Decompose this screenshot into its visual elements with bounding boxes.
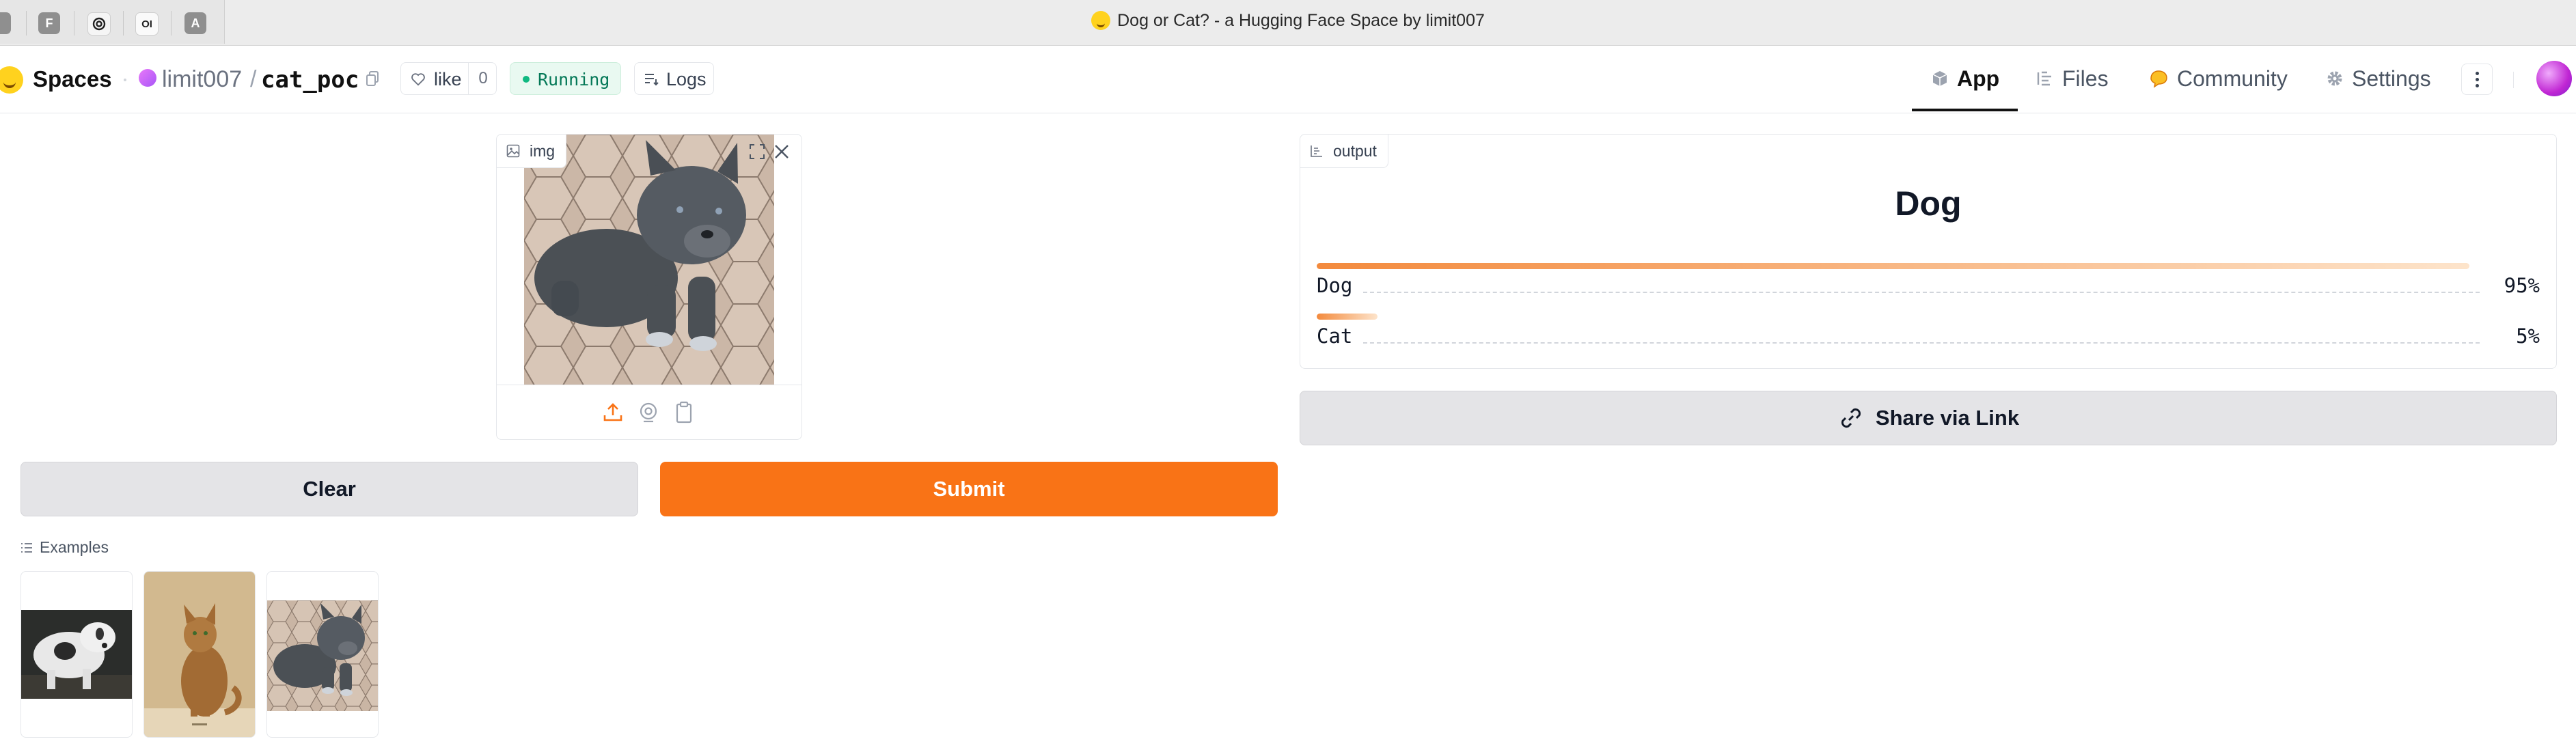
- heart-icon: [411, 73, 425, 86]
- path-separator: /: [250, 66, 257, 92]
- chart-icon: [1311, 145, 1322, 157]
- leader-line: [1363, 292, 2480, 293]
- spaces-link[interactable]: Spaces: [33, 66, 112, 92]
- clear-button[interactable]: Clear: [20, 462, 638, 516]
- input-label: img: [497, 135, 567, 168]
- tab-community[interactable]: Community: [2148, 46, 2288, 111]
- repo-name[interactable]: cat_poc: [261, 66, 359, 94]
- files-icon: [2037, 71, 2051, 86]
- example-image: [144, 572, 255, 737]
- webcam-icon[interactable]: [636, 400, 661, 425]
- clipboard-icon[interactable]: [672, 400, 696, 425]
- tab-settings-label: Settings: [2352, 66, 2431, 91]
- header-divider: [2513, 72, 2514, 88]
- space-header: Spaces limit007 / cat_poc like 0 Running…: [0, 46, 2576, 113]
- leader-line: [1363, 342, 2480, 344]
- submit-button[interactable]: Submit: [660, 462, 1278, 516]
- user-avatar[interactable]: [2536, 61, 2572, 96]
- predicted-label: Dog: [1895, 184, 1962, 223]
- owner-link[interactable]: limit007: [162, 66, 242, 93]
- list-icon: [21, 542, 32, 553]
- example-item-dog[interactable]: [20, 571, 133, 738]
- like-label: like: [434, 69, 462, 89]
- logs-icon: [645, 74, 659, 86]
- dot: [2476, 84, 2479, 87]
- confidence-label-dog: Dog: [1317, 274, 1353, 297]
- dot: [2476, 78, 2479, 81]
- link-icon: [1841, 408, 1861, 428]
- logs-label: Logs: [666, 69, 707, 89]
- image-icon: [506, 144, 520, 158]
- share-button-label: Share via Link: [1875, 406, 2020, 430]
- confidence-percent-cat: 5%: [2516, 324, 2540, 348]
- upload-icon[interactable]: [601, 400, 625, 425]
- header-separator: [124, 79, 126, 81]
- tab-files[interactable]: Files: [2036, 46, 2109, 111]
- tab-app[interactable]: App: [1931, 46, 1999, 111]
- confidence-percent-dog: 95%: [2504, 274, 2540, 297]
- more-options-button[interactable]: [2461, 64, 2493, 95]
- cube-icon: [1932, 71, 1947, 86]
- community-icon: [2150, 70, 2167, 88]
- like-button[interactable]: like 0: [400, 62, 497, 95]
- active-tab-indicator: [1912, 109, 2018, 111]
- example-image: [267, 600, 378, 711]
- example-item-cat[interactable]: [143, 571, 256, 738]
- image-source-toolbar: [497, 385, 801, 439]
- browser-tab-bar: F OI A Dog or Cat? - a Hugging Face Spac…: [0, 0, 2576, 46]
- confidence-label-cat: Cat: [1317, 324, 1353, 348]
- hugging-face-emoji-icon: [1091, 11, 1111, 30]
- dot: [2476, 72, 2479, 75]
- copy-icon[interactable]: [366, 71, 379, 86]
- output-label-text: output: [1333, 141, 1377, 160]
- hugging-face-logo-icon[interactable]: [0, 66, 23, 94]
- image-input[interactable]: img: [496, 134, 802, 440]
- gear-icon: [2327, 71, 2342, 86]
- fullscreen-icon[interactable]: [745, 140, 769, 163]
- status-label: Running: [538, 70, 610, 89]
- like-count: 0: [468, 63, 497, 94]
- tab-app-label: App: [1957, 66, 2000, 91]
- owner-avatar[interactable]: [139, 69, 156, 87]
- example-item-puppy[interactable]: [266, 571, 379, 738]
- status-badge[interactable]: Running: [510, 62, 621, 95]
- tab-files-label: Files: [2062, 66, 2109, 91]
- label-output: output Dog Dog 95% Cat 5%: [1300, 134, 2557, 369]
- examples-header: Examples: [20, 538, 109, 557]
- examples-label: Examples: [40, 538, 109, 556]
- confidence-bar-dog: [1317, 263, 2469, 269]
- input-label-text: img: [530, 141, 556, 160]
- logs-button[interactable]: Logs: [634, 62, 714, 95]
- output-label: output: [1300, 135, 1388, 168]
- confidence-bar-cat: [1317, 314, 1378, 320]
- window-title: Dog or Cat? - a Hugging Face Space by li…: [0, 11, 2576, 31]
- status-dot-icon: [523, 76, 530, 83]
- tab-community-label: Community: [2177, 66, 2288, 91]
- close-icon[interactable]: [770, 140, 793, 163]
- window-title-text: Dog or Cat? - a Hugging Face Space by li…: [1117, 11, 1485, 30]
- share-via-link-button[interactable]: Share via Link: [1300, 391, 2557, 445]
- example-image: [21, 610, 132, 699]
- tab-settings[interactable]: Settings: [2326, 46, 2431, 111]
- uploaded-image: [524, 135, 774, 385]
